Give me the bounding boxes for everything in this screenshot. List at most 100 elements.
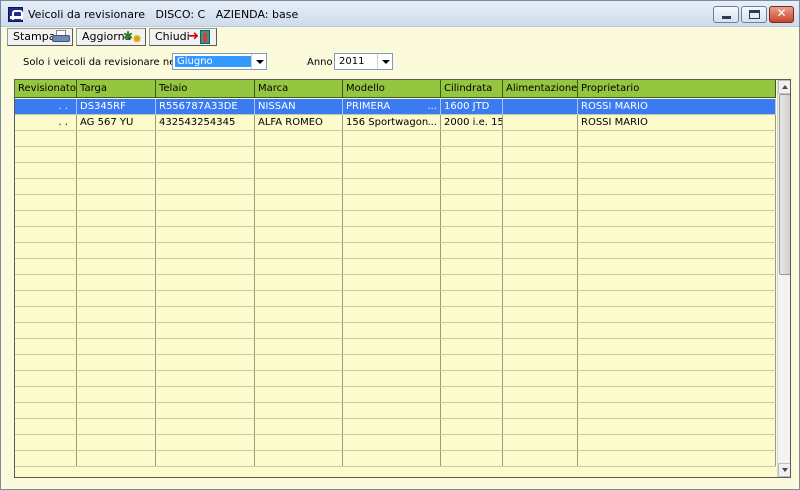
stampa-button[interactable]: Stampa	[7, 28, 73, 46]
cell-alimentazione[interactable]	[503, 131, 578, 146]
cell-modello[interactable]: 156 Sportwagon...	[343, 115, 441, 130]
cell-alimentazione[interactable]	[503, 163, 578, 178]
cell-telaio[interactable]	[156, 403, 255, 418]
cell-telaio[interactable]	[156, 435, 255, 450]
cell-marca[interactable]	[255, 275, 343, 290]
cell-revisionato[interactable]: . .	[15, 99, 77, 114]
cell-cilindrata[interactable]	[441, 195, 503, 210]
cell-marca[interactable]	[255, 291, 343, 306]
cell-cilindrata[interactable]	[441, 451, 503, 466]
cell-modello[interactable]	[343, 243, 441, 258]
scroll-down-icon[interactable]	[778, 463, 790, 477]
ellipsis-button[interactable]: ...	[427, 115, 437, 130]
cell-telaio[interactable]	[156, 355, 255, 370]
table-row[interactable]: . . DS345RF R556787A33DE NISSAN PRIMERA... 16…	[15, 99, 776, 115]
cell-proprietario[interactable]	[578, 403, 776, 418]
cell-modello[interactable]	[343, 163, 441, 178]
table-row[interactable]	[15, 323, 776, 339]
cell-alimentazione[interactable]	[503, 259, 578, 274]
table-row[interactable]: . . AG 567 YU 432543254345 ALFA ROMEO 156 Sp…	[15, 115, 776, 131]
cell-cilindrata[interactable]	[441, 371, 503, 386]
cell-marca[interactable]	[255, 211, 343, 226]
cell-cilindrata[interactable]	[441, 275, 503, 290]
app-icon[interactable]	[8, 7, 23, 22]
cell-marca[interactable]	[255, 227, 343, 242]
cell-telaio[interactable]: 432543254345	[156, 115, 255, 130]
cell-revisionato[interactable]	[15, 227, 77, 242]
cell-telaio[interactable]	[156, 419, 255, 434]
cell-targa[interactable]	[77, 339, 156, 354]
table-row[interactable]	[15, 243, 776, 259]
cell-proprietario[interactable]	[578, 419, 776, 434]
cell-telaio[interactable]	[156, 163, 255, 178]
table-row[interactable]	[15, 291, 776, 307]
cell-targa[interactable]: AG 567 YU	[77, 115, 156, 130]
cell-revisionato[interactable]	[15, 371, 77, 386]
cell-proprietario[interactable]	[578, 387, 776, 402]
cell-modello[interactable]	[343, 291, 441, 306]
title-bar[interactable]: Veicoli da revisionare DISCO: C AZIENDA:…	[1, 1, 799, 27]
cell-modello[interactable]	[343, 195, 441, 210]
cell-alimentazione[interactable]	[503, 195, 578, 210]
cell-revisionato[interactable]	[15, 307, 77, 322]
cell-targa[interactable]	[77, 451, 156, 466]
cell-proprietario[interactable]	[578, 163, 776, 178]
cell-proprietario[interactable]	[578, 195, 776, 210]
cell-marca[interactable]	[255, 355, 343, 370]
cell-marca[interactable]	[255, 451, 343, 466]
cell-alimentazione[interactable]	[503, 243, 578, 258]
cell-alimentazione[interactable]	[503, 371, 578, 386]
cell-alimentazione[interactable]	[503, 355, 578, 370]
cell-telaio[interactable]	[156, 195, 255, 210]
cell-telaio[interactable]	[156, 227, 255, 242]
cell-telaio[interactable]: R556787A33DE	[156, 99, 255, 114]
cell-alimentazione[interactable]	[503, 211, 578, 226]
cell-marca[interactable]	[255, 323, 343, 338]
cell-telaio[interactable]	[156, 291, 255, 306]
maximize-button[interactable]	[741, 6, 767, 23]
cell-cilindrata[interactable]	[441, 307, 503, 322]
cell-modello[interactable]	[343, 307, 441, 322]
table-row[interactable]	[15, 211, 776, 227]
cell-proprietario[interactable]	[578, 147, 776, 162]
cell-proprietario[interactable]	[578, 227, 776, 242]
cell-telaio[interactable]	[156, 307, 255, 322]
table-row[interactable]	[15, 355, 776, 371]
cell-revisionato[interactable]	[15, 323, 77, 338]
ellipsis-button[interactable]: ...	[427, 99, 437, 114]
cell-targa[interactable]	[77, 307, 156, 322]
cell-targa[interactable]	[77, 355, 156, 370]
column-header-cilindrata[interactable]: Cilindrata	[441, 80, 503, 98]
cell-alimentazione[interactable]	[503, 419, 578, 434]
cell-modello[interactable]	[343, 179, 441, 194]
cell-proprietario[interactable]	[578, 451, 776, 466]
cell-proprietario[interactable]	[578, 323, 776, 338]
cell-modello[interactable]: PRIMERA...	[343, 99, 441, 114]
table-row[interactable]	[15, 227, 776, 243]
cell-modello[interactable]	[343, 259, 441, 274]
chevron-down-icon[interactable]	[251, 54, 266, 69]
table-row[interactable]	[15, 435, 776, 451]
column-header-telaio[interactable]: Telaio	[156, 80, 255, 98]
cell-alimentazione[interactable]	[503, 99, 578, 114]
table-row[interactable]	[15, 371, 776, 387]
cell-revisionato[interactable]	[15, 339, 77, 354]
table-row[interactable]	[15, 403, 776, 419]
cell-alimentazione[interactable]	[503, 387, 578, 402]
cell-cilindrata[interactable]	[441, 179, 503, 194]
cell-revisionato[interactable]	[15, 387, 77, 402]
cell-marca[interactable]	[255, 259, 343, 274]
column-header-alimentazione[interactable]: Alimentazione	[503, 80, 578, 98]
cell-targa[interactable]	[77, 163, 156, 178]
cell-alimentazione[interactable]	[503, 451, 578, 466]
cell-targa[interactable]	[77, 419, 156, 434]
cell-cilindrata[interactable]: 2000 i.e. 15...	[441, 115, 503, 130]
minimize-button[interactable]	[713, 6, 739, 23]
cell-cilindrata[interactable]	[441, 355, 503, 370]
cell-proprietario[interactable]	[578, 131, 776, 146]
cell-proprietario[interactable]: ROSSI MARIO	[578, 99, 776, 114]
cell-modello[interactable]	[343, 339, 441, 354]
table-row[interactable]	[15, 419, 776, 435]
table-row[interactable]	[15, 387, 776, 403]
cell-revisionato[interactable]	[15, 291, 77, 306]
